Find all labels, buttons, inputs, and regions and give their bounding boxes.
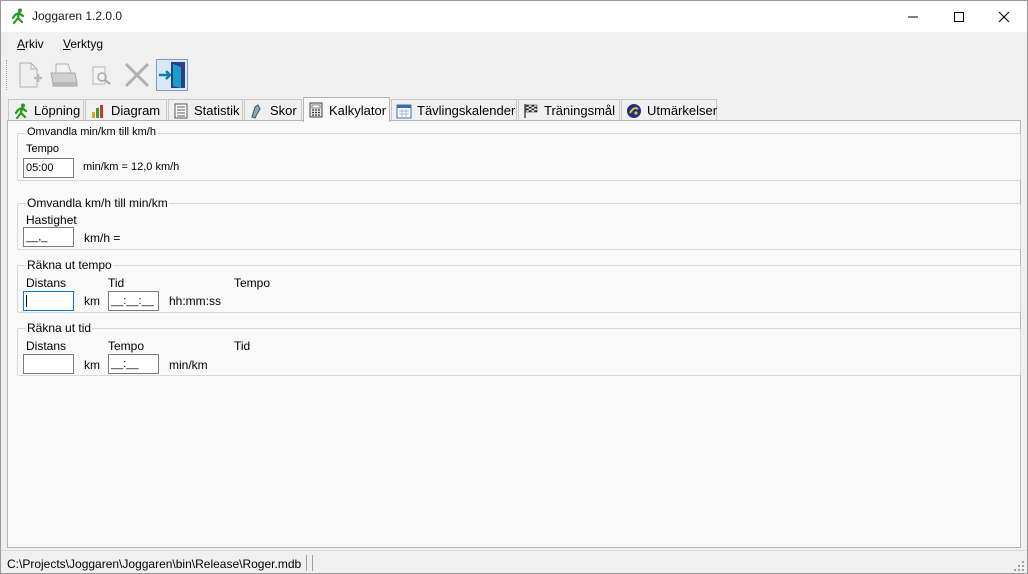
- tab-label: Diagram: [111, 103, 161, 118]
- tempo-input[interactable]: __:__: [108, 354, 159, 374]
- group-speed-to-pace: Omvandla km/h till min/km Hastighet __,_…: [17, 196, 1021, 250]
- medal-icon: [627, 103, 641, 118]
- km-unit-label: km: [84, 294, 100, 308]
- tid-result-label: Tid: [234, 339, 251, 353]
- printer-icon: [50, 63, 78, 87]
- tab-panel-kalkylator: Omvandla min/km till km/h Tempo 05:00 mi…: [7, 120, 1021, 548]
- distans-label: Distans: [26, 339, 67, 353]
- tab-label: Statistik: [194, 103, 240, 118]
- print-button[interactable]: [47, 59, 79, 91]
- tempo-label: Tempo: [26, 143, 60, 155]
- shoe-icon: [251, 103, 261, 119]
- tab-lopning[interactable]: Löpning: [8, 99, 84, 121]
- tab-statistik[interactable]: Statistik: [168, 99, 243, 121]
- tab-label: Kalkylator: [329, 102, 387, 118]
- status-separator: [312, 555, 313, 571]
- app-window: Joggaren 1.2.0.0 Arkiv Verktyg Löpning D…: [0, 0, 1028, 574]
- minimize-button[interactable]: [890, 1, 936, 32]
- group-title: Omvandla km/h till min/km: [26, 196, 169, 210]
- menu-bar: Arkiv Verktyg: [1, 32, 1027, 55]
- exit-button[interactable]: [156, 59, 188, 91]
- bar-chart-icon: [92, 104, 103, 118]
- speed-to-pace-result: km/h =: [84, 231, 121, 245]
- close-icon: [998, 11, 1010, 22]
- tab-strip: Löpning Diagram Statistik Skor Kalkylato…: [7, 97, 1021, 122]
- tab-utmarkelser[interactable]: Utmärkelser: [621, 99, 717, 121]
- maximize-button[interactable]: [936, 1, 982, 32]
- status-separator: [306, 555, 307, 571]
- hastighet-input[interactable]: __,_: [23, 227, 74, 247]
- runner-icon: [14, 103, 28, 119]
- group-calc-pace: Räkna ut tempo Distans Tid Tempo km __:_…: [17, 258, 1021, 313]
- calendar-icon: [396, 104, 412, 118]
- group-pace-to-speed: Omvandla min/km till km/h Tempo 05:00 mi…: [17, 126, 1021, 181]
- group-title: Räkna ut tempo: [26, 258, 113, 272]
- minimize-icon: [908, 16, 918, 17]
- tab-label: Skor: [270, 103, 297, 118]
- time-format-label: hh:mm:ss: [169, 294, 222, 308]
- calculator-icon: [309, 102, 323, 118]
- title-bar: Joggaren 1.2.0.0: [1, 1, 1027, 32]
- tempo-result-label: Tempo: [234, 276, 271, 290]
- tab-label: Tävlingskalender: [417, 103, 516, 118]
- close-button[interactable]: [981, 1, 1027, 32]
- toolbar: [1, 55, 1027, 95]
- tempo-label: Tempo: [108, 339, 145, 353]
- pace-unit-label: min/km: [169, 358, 208, 372]
- group-calc-time: Räkna ut tid Distans Tempo Tid km __:__ …: [17, 321, 1021, 376]
- runner-app-icon: [11, 8, 25, 24]
- tab-traningsmal[interactable]: Träningsmål: [518, 99, 620, 121]
- menu-verktyg[interactable]: Verktyg: [63, 37, 103, 51]
- km-unit-label: km: [84, 358, 100, 372]
- distans-input[interactable]: [23, 354, 74, 374]
- tab-tavlingskalender[interactable]: Tävlingskalender: [391, 99, 517, 121]
- resize-grip-icon[interactable]: [1013, 560, 1025, 572]
- tid-input[interactable]: __:__:__: [108, 291, 159, 311]
- delete-icon: [124, 62, 150, 88]
- delete-button[interactable]: [121, 59, 153, 91]
- text-caret: [26, 295, 27, 307]
- hastighet-label: Hastighet: [26, 213, 77, 227]
- status-bar: C:\Projects\Joggaren\Joggaren\bin\Releas…: [1, 550, 1027, 573]
- tab-label: Löpning: [34, 103, 81, 118]
- maximize-icon: [954, 11, 964, 22]
- print-preview-icon: [92, 66, 111, 85]
- print-preview-button[interactable]: [85, 59, 117, 91]
- tempo-input[interactable]: 05:00: [23, 158, 74, 178]
- status-path: C:\Projects\Joggaren\Joggaren\bin\Releas…: [7, 557, 302, 571]
- window-title: Joggaren 1.2.0.0: [32, 9, 123, 23]
- access-key: A: [17, 37, 26, 51]
- tab-diagram[interactable]: Diagram: [85, 99, 167, 121]
- new-button[interactable]: [13, 59, 45, 91]
- toolbar-grip[interactable]: [6, 60, 9, 90]
- tab-label: Träningsmål: [544, 103, 616, 118]
- group-title: Räkna ut tid: [26, 321, 93, 335]
- new-document-icon: [19, 62, 42, 88]
- group-title: Omvandla min/km till km/h: [26, 126, 157, 138]
- distans-input[interactable]: [23, 291, 74, 311]
- exit-door-icon: [159, 62, 185, 88]
- tab-kalkylator[interactable]: Kalkylator: [303, 97, 390, 122]
- list-icon: [174, 103, 188, 118]
- checkered-flag-icon: [524, 103, 538, 118]
- menu-arkiv[interactable]: Arkiv: [17, 37, 44, 51]
- tab-skor[interactable]: Skor: [244, 99, 302, 121]
- tab-label: Utmärkelser: [647, 103, 718, 118]
- tid-label: Tid: [108, 276, 125, 290]
- pace-to-speed-result: min/km = 12,0 km/h: [83, 161, 180, 173]
- access-key: V: [63, 37, 71, 51]
- distans-label: Distans: [26, 276, 67, 290]
